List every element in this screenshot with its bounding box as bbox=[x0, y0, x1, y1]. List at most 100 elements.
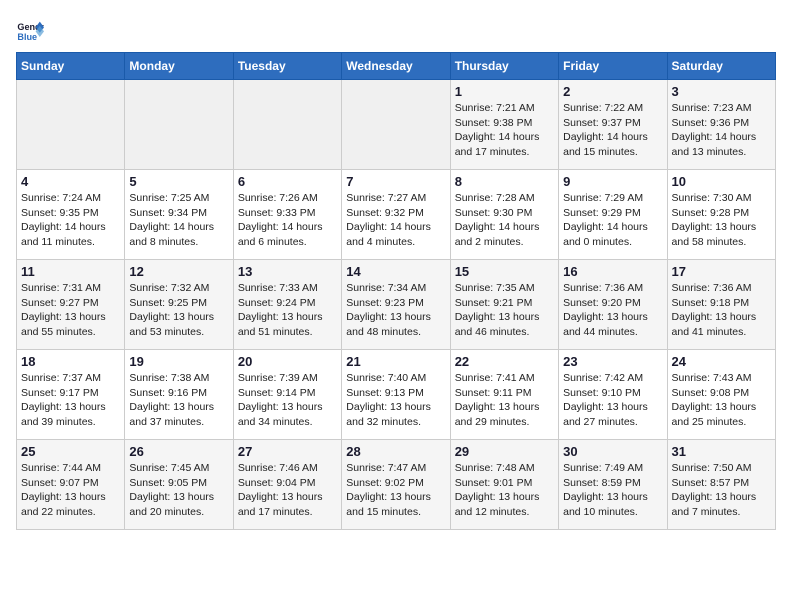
day-info: Sunrise: 7:29 AM Sunset: 9:29 PM Dayligh… bbox=[563, 191, 662, 250]
calendar-cell bbox=[342, 80, 450, 170]
day-info: Sunrise: 7:49 AM Sunset: 8:59 PM Dayligh… bbox=[563, 461, 662, 520]
calendar-cell: 25 Sunrise: 7:44 AM Sunset: 9:07 PM Dayli… bbox=[17, 440, 125, 530]
calendar-table: SundayMondayTuesdayWednesdayThursdayFrid… bbox=[16, 52, 776, 530]
calendar-cell: 2 Sunrise: 7:22 AM Sunset: 9:37 PM Daylig… bbox=[559, 80, 667, 170]
day-number: 13 bbox=[238, 264, 337, 279]
day-info: Sunrise: 7:35 AM Sunset: 9:21 PM Dayligh… bbox=[455, 281, 554, 340]
day-info: Sunrise: 7:36 AM Sunset: 9:20 PM Dayligh… bbox=[563, 281, 662, 340]
day-number: 24 bbox=[672, 354, 771, 369]
calendar-cell: 9 Sunrise: 7:29 AM Sunset: 9:29 PM Daylig… bbox=[559, 170, 667, 260]
calendar-week-1: 1 Sunrise: 7:21 AM Sunset: 9:38 PM Daylig… bbox=[17, 80, 776, 170]
day-number: 31 bbox=[672, 444, 771, 459]
day-number: 26 bbox=[129, 444, 228, 459]
day-info: Sunrise: 7:32 AM Sunset: 9:25 PM Dayligh… bbox=[129, 281, 228, 340]
day-number: 6 bbox=[238, 174, 337, 189]
day-number: 11 bbox=[21, 264, 120, 279]
calendar-cell: 23 Sunrise: 7:42 AM Sunset: 9:10 PM Dayli… bbox=[559, 350, 667, 440]
day-info: Sunrise: 7:28 AM Sunset: 9:30 PM Dayligh… bbox=[455, 191, 554, 250]
day-number: 16 bbox=[563, 264, 662, 279]
day-info: Sunrise: 7:48 AM Sunset: 9:01 PM Dayligh… bbox=[455, 461, 554, 520]
calendar-cell: 3 Sunrise: 7:23 AM Sunset: 9:36 PM Daylig… bbox=[667, 80, 775, 170]
calendar-cell: 31 Sunrise: 7:50 AM Sunset: 8:57 PM Dayli… bbox=[667, 440, 775, 530]
day-number: 14 bbox=[346, 264, 445, 279]
day-number: 25 bbox=[21, 444, 120, 459]
calendar-cell: 28 Sunrise: 7:47 AM Sunset: 9:02 PM Dayli… bbox=[342, 440, 450, 530]
day-info: Sunrise: 7:37 AM Sunset: 9:17 PM Dayligh… bbox=[21, 371, 120, 430]
calendar-cell: 7 Sunrise: 7:27 AM Sunset: 9:32 PM Daylig… bbox=[342, 170, 450, 260]
calendar-cell bbox=[125, 80, 233, 170]
day-number: 2 bbox=[563, 84, 662, 99]
day-info: Sunrise: 7:45 AM Sunset: 9:05 PM Dayligh… bbox=[129, 461, 228, 520]
calendar-cell: 8 Sunrise: 7:28 AM Sunset: 9:30 PM Daylig… bbox=[450, 170, 558, 260]
day-number: 7 bbox=[346, 174, 445, 189]
day-info: Sunrise: 7:39 AM Sunset: 9:14 PM Dayligh… bbox=[238, 371, 337, 430]
day-info: Sunrise: 7:22 AM Sunset: 9:37 PM Dayligh… bbox=[563, 101, 662, 160]
day-info: Sunrise: 7:38 AM Sunset: 9:16 PM Dayligh… bbox=[129, 371, 228, 430]
calendar-cell: 21 Sunrise: 7:40 AM Sunset: 9:13 PM Dayli… bbox=[342, 350, 450, 440]
calendar-cell: 6Sunrise: 7:26 AM Sunset: 9:33 PM Daylig… bbox=[233, 170, 341, 260]
calendar-cell: 22 Sunrise: 7:41 AM Sunset: 9:11 PM Dayli… bbox=[450, 350, 558, 440]
calendar-cell: 30Sunrise: 7:49 AM Sunset: 8:59 PM Dayli… bbox=[559, 440, 667, 530]
day-info: Sunrise: 7:33 AM Sunset: 9:24 PM Dayligh… bbox=[238, 281, 337, 340]
day-number: 1 bbox=[455, 84, 554, 99]
day-number: 23 bbox=[563, 354, 662, 369]
calendar-cell: 4 Sunrise: 7:24 AM Sunset: 9:35 PM Daylig… bbox=[17, 170, 125, 260]
calendar-cell: 5Sunrise: 7:25 AM Sunset: 9:34 PM Daylig… bbox=[125, 170, 233, 260]
day-number: 17 bbox=[672, 264, 771, 279]
day-number: 27 bbox=[238, 444, 337, 459]
calendar-cell: 13 Sunrise: 7:33 AM Sunset: 9:24 PM Dayli… bbox=[233, 260, 341, 350]
weekday-monday: Monday bbox=[125, 53, 233, 80]
calendar-cell bbox=[17, 80, 125, 170]
logo: General Blue bbox=[16, 16, 48, 44]
day-number: 22 bbox=[455, 354, 554, 369]
calendar-cell bbox=[233, 80, 341, 170]
day-info: Sunrise: 7:44 AM Sunset: 9:07 PM Dayligh… bbox=[21, 461, 120, 520]
calendar-week-5: 25 Sunrise: 7:44 AM Sunset: 9:07 PM Dayli… bbox=[17, 440, 776, 530]
calendar-cell: 27Sunrise: 7:46 AM Sunset: 9:04 PM Dayli… bbox=[233, 440, 341, 530]
weekday-friday: Friday bbox=[559, 53, 667, 80]
day-info: Sunrise: 7:43 AM Sunset: 9:08 PM Dayligh… bbox=[672, 371, 771, 430]
day-number: 29 bbox=[455, 444, 554, 459]
day-info: Sunrise: 7:27 AM Sunset: 9:32 PM Dayligh… bbox=[346, 191, 445, 250]
day-info: Sunrise: 7:50 AM Sunset: 8:57 PM Dayligh… bbox=[672, 461, 771, 520]
day-number: 9 bbox=[563, 174, 662, 189]
calendar-cell: 20 Sunrise: 7:39 AM Sunset: 9:14 PM Dayli… bbox=[233, 350, 341, 440]
day-number: 3 bbox=[672, 84, 771, 99]
day-info: Sunrise: 7:36 AM Sunset: 9:18 PM Dayligh… bbox=[672, 281, 771, 340]
calendar-cell: 26 Sunrise: 7:45 AM Sunset: 9:05 PM Dayli… bbox=[125, 440, 233, 530]
day-info: Sunrise: 7:24 AM Sunset: 9:35 PM Dayligh… bbox=[21, 191, 120, 250]
day-number: 4 bbox=[21, 174, 120, 189]
weekday-sunday: Sunday bbox=[17, 53, 125, 80]
day-number: 20 bbox=[238, 354, 337, 369]
calendar-cell: 1 Sunrise: 7:21 AM Sunset: 9:38 PM Daylig… bbox=[450, 80, 558, 170]
weekday-header-row: SundayMondayTuesdayWednesdayThursdayFrid… bbox=[17, 53, 776, 80]
calendar-cell: 12Sunrise: 7:32 AM Sunset: 9:25 PM Dayli… bbox=[125, 260, 233, 350]
day-number: 21 bbox=[346, 354, 445, 369]
day-number: 8 bbox=[455, 174, 554, 189]
day-info: Sunrise: 7:42 AM Sunset: 9:10 PM Dayligh… bbox=[563, 371, 662, 430]
day-number: 28 bbox=[346, 444, 445, 459]
day-info: Sunrise: 7:34 AM Sunset: 9:23 PM Dayligh… bbox=[346, 281, 445, 340]
calendar-week-4: 18 Sunrise: 7:37 AM Sunset: 9:17 PM Dayli… bbox=[17, 350, 776, 440]
day-info: Sunrise: 7:21 AM Sunset: 9:38 PM Dayligh… bbox=[455, 101, 554, 160]
calendar-cell: 16 Sunrise: 7:36 AM Sunset: 9:20 PM Dayli… bbox=[559, 260, 667, 350]
calendar-cell: 24 Sunrise: 7:43 AM Sunset: 9:08 PM Dayli… bbox=[667, 350, 775, 440]
day-info: Sunrise: 7:41 AM Sunset: 9:11 PM Dayligh… bbox=[455, 371, 554, 430]
day-info: Sunrise: 7:23 AM Sunset: 9:36 PM Dayligh… bbox=[672, 101, 771, 160]
page-header: General Blue bbox=[16, 16, 776, 44]
day-info: Sunrise: 7:30 AM Sunset: 9:28 PM Dayligh… bbox=[672, 191, 771, 250]
day-info: Sunrise: 7:40 AM Sunset: 9:13 PM Dayligh… bbox=[346, 371, 445, 430]
calendar-week-2: 4 Sunrise: 7:24 AM Sunset: 9:35 PM Daylig… bbox=[17, 170, 776, 260]
calendar-cell: 29 Sunrise: 7:48 AM Sunset: 9:01 PM Dayli… bbox=[450, 440, 558, 530]
day-number: 18 bbox=[21, 354, 120, 369]
day-info: Sunrise: 7:47 AM Sunset: 9:02 PM Dayligh… bbox=[346, 461, 445, 520]
weekday-saturday: Saturday bbox=[667, 53, 775, 80]
calendar-cell: 19 Sunrise: 7:38 AM Sunset: 9:16 PM Dayli… bbox=[125, 350, 233, 440]
day-number: 10 bbox=[672, 174, 771, 189]
day-number: 15 bbox=[455, 264, 554, 279]
weekday-tuesday: Tuesday bbox=[233, 53, 341, 80]
day-number: 5 bbox=[129, 174, 228, 189]
day-number: 19 bbox=[129, 354, 228, 369]
svg-text:Blue: Blue bbox=[17, 32, 37, 42]
calendar-body: 1 Sunrise: 7:21 AM Sunset: 9:38 PM Daylig… bbox=[17, 80, 776, 530]
